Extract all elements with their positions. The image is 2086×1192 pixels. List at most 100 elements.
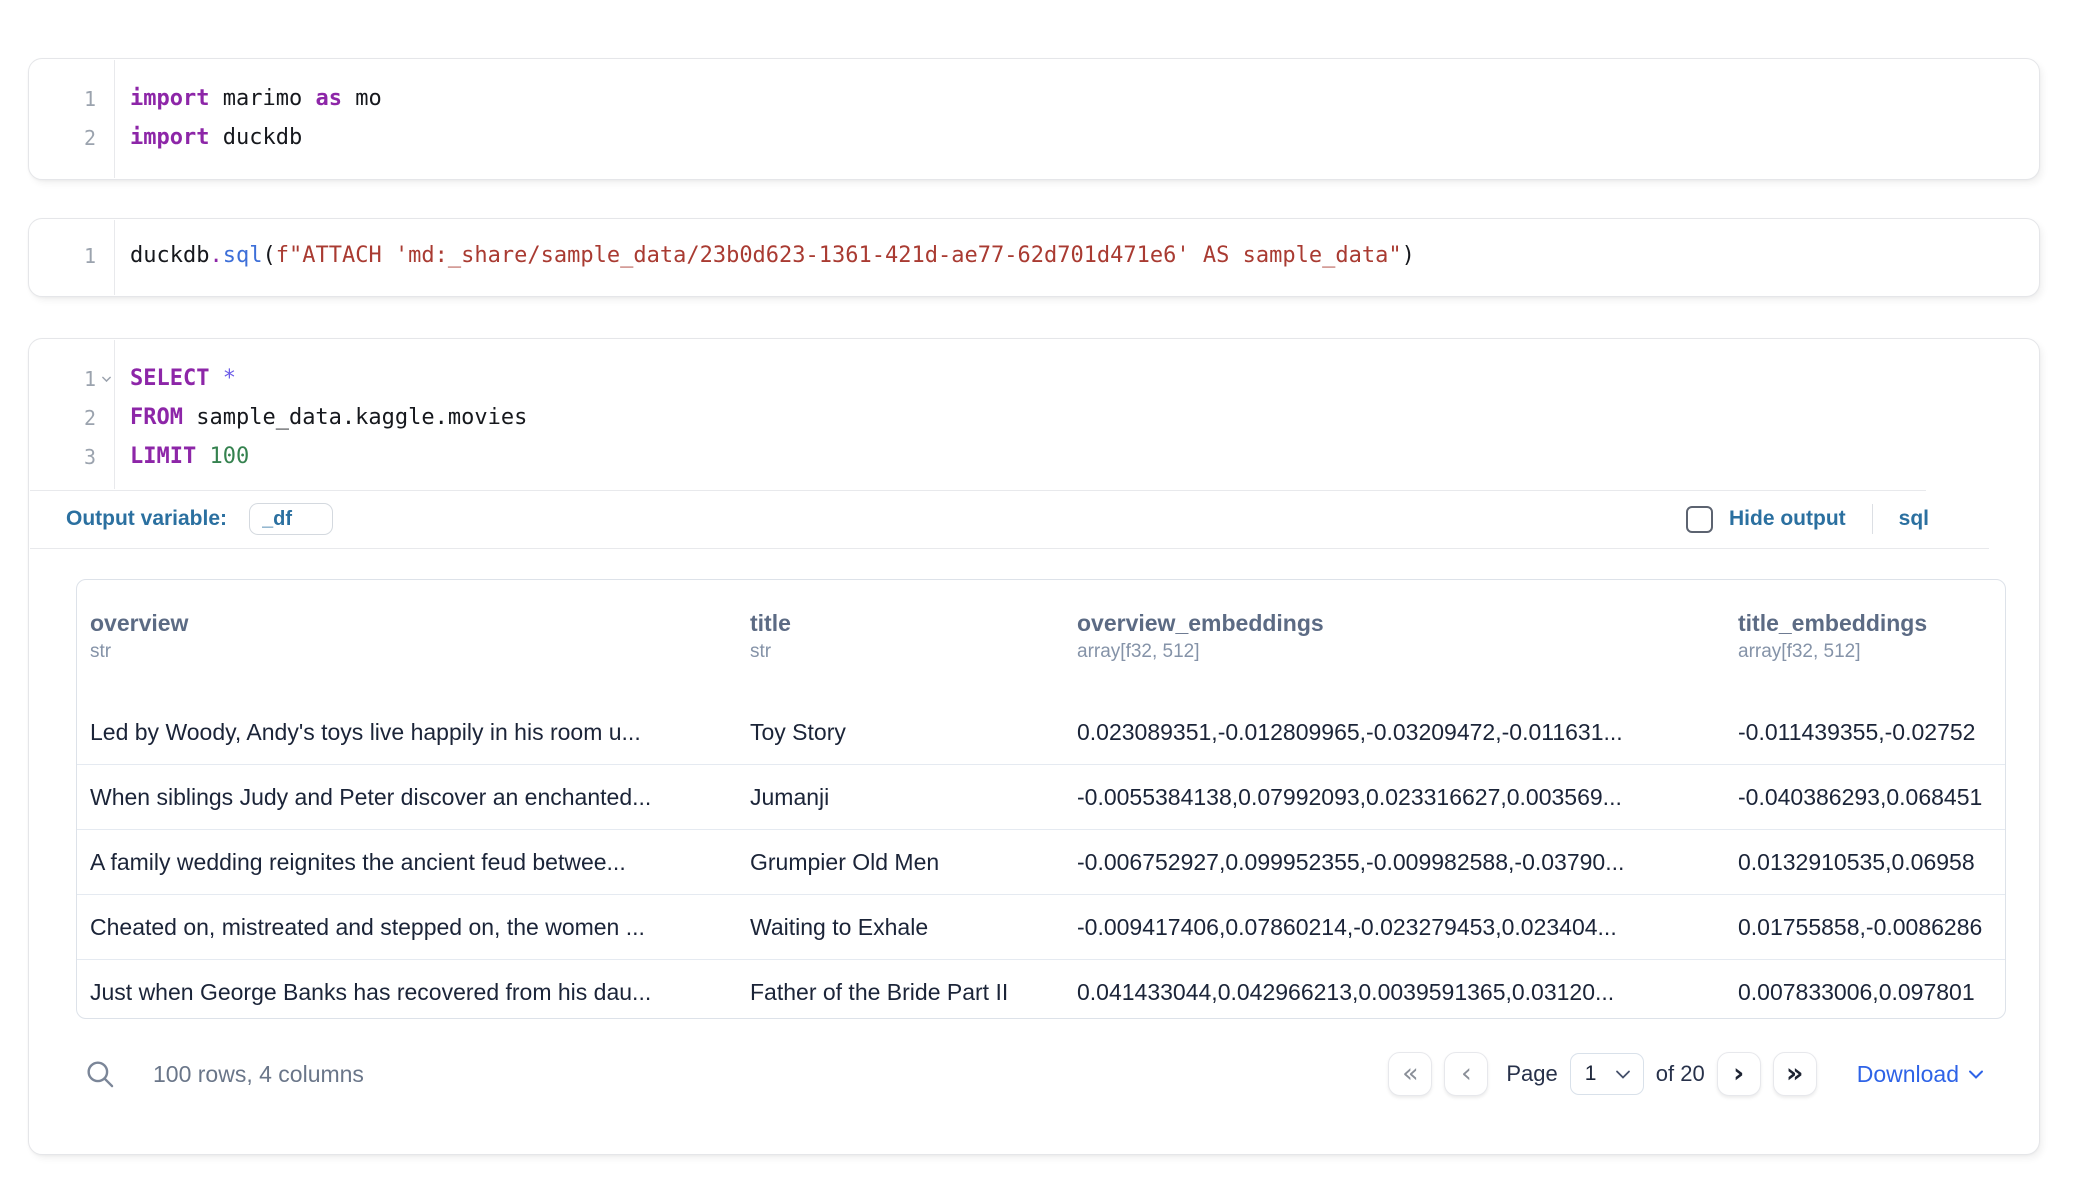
table-row: When siblings Judy and Peter discover an… [77,764,2005,829]
table-footer: 100 rows, 4 columns « ‹ Page 1 of 20 › »… [29,1033,2039,1115]
code-text: SELECT * [114,366,236,391]
table-cell: Waiting to Exhale [750,914,1077,941]
rows-summary: 100 rows, 4 columns [153,1061,364,1088]
column-header-overview[interactable]: overviewstr [90,608,750,700]
table-body: Led by Woody, Andy's toys live happily i… [77,700,2005,1019]
fold-chevron-icon[interactable] [100,372,113,385]
code-editor[interactable]: 1 import marimo as mo 2 import duckdb [29,59,2039,157]
table-row: Led by Woody, Andy's toys live happily i… [77,700,2005,764]
code-token: f"ATTACH 'md:_share/sample_data/23b0d623… [276,243,1402,268]
column-name: overview_embeddings [1077,608,1728,638]
code-line: 3LIMIT 100 [29,437,2039,476]
download-label: Download [1857,1061,1959,1088]
table-cell: -0.006752927,0.099952355,-0.009982588,-0… [1077,849,1738,876]
table-row: Just when George Banks has recovered fro… [77,959,2005,1019]
last-page-button[interactable]: » [1773,1052,1817,1096]
table-row: A family wedding reignites the ancient f… [77,829,2005,894]
cell-sql-query: 1SELECT *2FROM sample_data.kaggle.movies… [28,338,2040,1155]
table-cell: -0.0055384138,0.07992093,0.023316627,0.0… [1077,784,1738,811]
code-token: as [315,86,342,111]
chevron-down-icon [1968,1069,1984,1080]
line-number: 3 [29,445,114,469]
code-editor[interactable]: 1duckdb.sql(f"ATTACH 'md:_share/sample_d… [29,219,2039,275]
column-name: title [750,608,1067,638]
results-table: overviewstrtitlestroverview_embeddingsar… [76,579,2006,1019]
code-token: FROM [130,405,183,430]
column-header-overview_embeddings[interactable]: overview_embeddingsarray[f32, 512] [1077,608,1738,700]
code-token: marimo [209,86,315,111]
cell-imports: 1 import marimo as mo 2 import duckdb [28,58,2040,180]
output-variable-input[interactable] [249,503,333,535]
line-number: 2 [29,126,114,150]
language-badge: sql [1899,507,1929,531]
table-cell: When siblings Judy and Peter discover an… [90,784,750,811]
line-number: 1 [29,87,114,111]
table-header-row: overviewstrtitlestroverview_embeddingsar… [77,580,2005,700]
code-token: import [130,86,209,111]
first-page-button[interactable]: « [1388,1052,1432,1096]
code-line: 1duckdb.sql(f"ATTACH 'md:_share/sample_d… [29,236,2039,275]
column-dtype: array[f32, 512] [1077,638,1728,665]
code-token: * [223,366,236,391]
column-header-title_embeddings[interactable]: title_embeddingsarray[f32, 512] [1738,608,2005,700]
marimo-notebook: 1import marimo as mo2import duckdb 1duck… [0,0,2086,1192]
next-page-button[interactable]: › [1717,1052,1761,1096]
chevron-down-icon [1615,1069,1631,1080]
table-cell: -0.011439355,-0.02752 [1738,719,2005,746]
prev-page-button[interactable]: ‹ [1444,1052,1488,1096]
hide-output-checkbox[interactable] [1686,506,1713,533]
column-name: overview [90,608,740,638]
hide-output-toggle[interactable]: Hide output [1686,506,1846,533]
page-label: Page [1506,1061,1557,1087]
page-select[interactable]: 1 [1570,1053,1644,1095]
code-line: 2 FROM sample_data.kaggle.movies [29,398,2039,437]
page-total-label: of 20 [1656,1061,1705,1087]
table-cell: A family wedding reignites the ancient f… [90,849,750,876]
table-footer-left: 100 rows, 4 columns [83,1057,364,1091]
column-dtype: array[f32, 512] [1738,638,1995,665]
output-table-divider [30,548,1989,549]
code-text: LIMIT 100 [114,444,249,469]
code-text: duckdb.sql(f"ATTACH 'md:_share/sample_da… [114,243,1415,268]
output-variable-group: Output variable: [66,503,333,535]
hide-output-label: Hide output [1729,507,1846,531]
output-bar-controls: Hide output sql [1686,504,1929,534]
download-button[interactable]: Download [1857,1061,1984,1088]
output-variable-label: Output variable: [66,507,227,531]
table-cell: 0.041433044,0.042966213,0.0039591365,0.0… [1077,979,1738,1006]
code-token: sql [223,243,263,268]
column-dtype: str [750,638,1067,665]
column-header-title[interactable]: titlestr [750,608,1077,700]
search-icon[interactable] [83,1057,117,1091]
code-token: import [130,125,209,150]
table-cell: 0.01755858,-0.0086286 [1738,914,2005,941]
code-token: 100 [209,444,249,469]
table-row: Cheated on, mistreated and stepped on, t… [77,894,2005,959]
table-cell: -0.040386293,0.068451 [1738,784,2005,811]
code-line: 1 import marimo as mo [29,79,2039,118]
line-number: 2 [29,406,114,430]
output-bar: Output variable: Hide output sql [29,490,2039,548]
table-cell: Jumanji [750,784,1077,811]
table-cell: Father of the Bride Part II [750,979,1077,1006]
code-token: duckdb [209,125,302,150]
table-cell: Cheated on, mistreated and stepped on, t… [90,914,750,941]
table-cell: Grumpier Old Men [750,849,1077,876]
code-line: 1SELECT * [29,359,2039,398]
table-cell: 0.007833006,0.097801 [1738,979,2005,1006]
code-editor[interactable]: 1SELECT *2FROM sample_data.kaggle.movies… [29,339,2039,476]
code-token [196,444,209,469]
table-cell: Just when George Banks has recovered fro… [90,979,750,1006]
code-token: LIMIT [130,444,196,469]
code-token [209,366,222,391]
code-token: duckdb [130,243,209,268]
line-number: 1 [29,244,114,268]
code-line: 2 import duckdb [29,118,2039,157]
table-cell: 0.023089351,-0.012809965,-0.03209472,-0.… [1077,719,1738,746]
code-token: mo [342,86,382,111]
page-select-value: 1 [1585,1062,1597,1086]
code-token: sample_data.kaggle.movies [183,405,527,430]
line-number: 1 [29,367,114,391]
code-token: SELECT [130,366,209,391]
column-name: title_embeddings [1738,608,1995,638]
